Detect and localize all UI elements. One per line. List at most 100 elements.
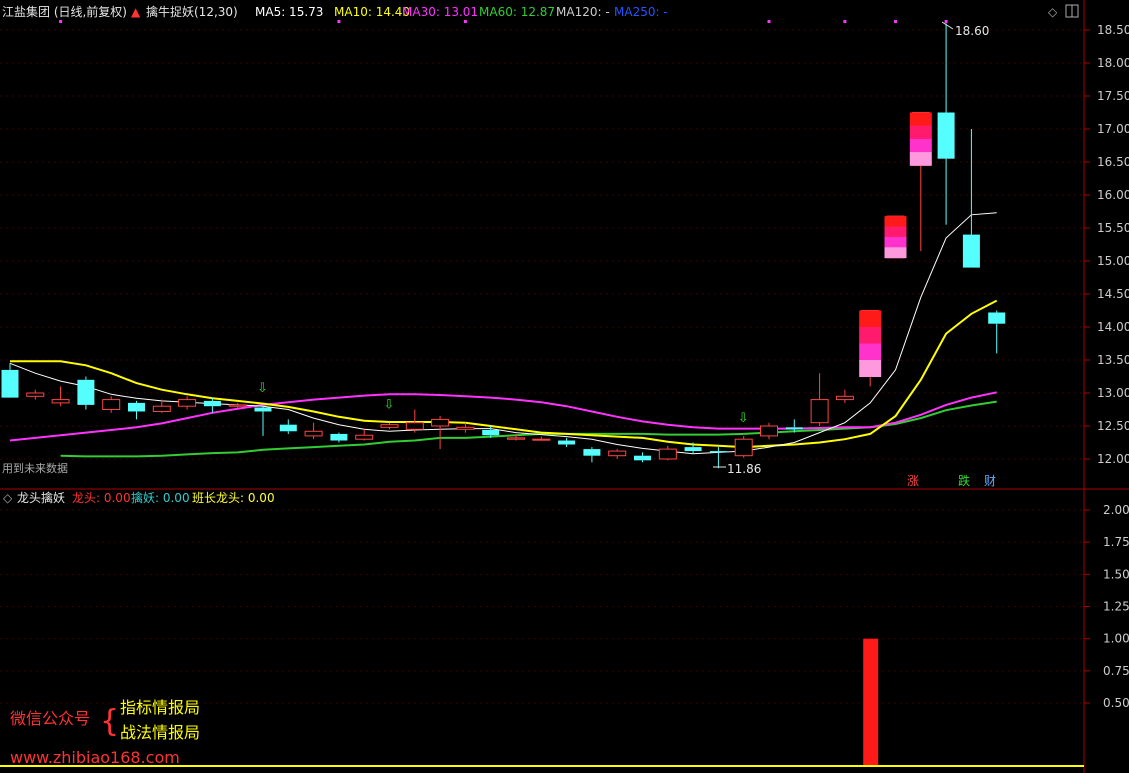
limit-up-segment <box>909 152 932 166</box>
stock-title[interactable]: 江盐集团 (日线,前复权) <box>2 4 127 19</box>
candle-body <box>152 405 171 412</box>
up-arrow-icon: ▲ <box>131 5 141 19</box>
candle[interactable] <box>77 376 95 410</box>
ma120-label: MA120: - <box>556 5 610 19</box>
sub-item-catch-demon: 擒妖: 0.00 <box>131 490 190 505</box>
candle-body <box>658 448 677 460</box>
limit-up-segment <box>859 310 882 328</box>
tag-fall[interactable]: 跌 <box>958 473 970 488</box>
indicator-name[interactable]: 擒牛捉妖(12,30) <box>146 4 238 19</box>
limit-up-segment <box>884 236 907 248</box>
candle-body <box>684 447 702 452</box>
candle-body <box>785 427 803 430</box>
buy-signal-arrow-icon: ⇩ <box>257 381 268 396</box>
ma60-label: MA60: 12.87 <box>479 5 555 19</box>
candle-body <box>405 422 424 430</box>
candle-body <box>1 369 19 398</box>
candle-body <box>988 312 1006 324</box>
price-tick-label: 12.00 <box>1097 452 1129 466</box>
candle-body <box>583 449 601 456</box>
diamond-icon[interactable]: ◇ <box>1048 5 1058 19</box>
indicator-bars <box>863 638 879 766</box>
top-signal-dot <box>59 20 63 23</box>
candle-body <box>178 399 197 407</box>
price-tick-label: 13.00 <box>1097 386 1129 400</box>
candle-body <box>203 400 221 407</box>
price-tick-label: 15.50 <box>1097 221 1129 235</box>
chart-background <box>0 0 1129 773</box>
ma5-label: MA5: 15.73 <box>255 5 323 19</box>
indicator-tick-label: 0.75 <box>1103 664 1129 678</box>
ma250-label: MA250: - <box>614 5 668 19</box>
ma30-label: MA30: 13.01 <box>402 5 478 19</box>
indicator-tick-label: 1.75 <box>1103 535 1129 549</box>
dragon-head-bar <box>863 638 879 766</box>
tag-finance[interactable]: 财 <box>984 474 996 488</box>
sub-item-monitor-dragon: 班长龙头: 0.00 <box>192 491 275 505</box>
price-tick-label: 18.00 <box>1097 56 1129 70</box>
candle-body <box>608 450 627 457</box>
low-price-label: 11.86 <box>727 462 761 476</box>
candle-body <box>228 404 247 407</box>
watermark-line1: 指标情报局 <box>120 698 200 717</box>
watermark-line2: 战法情报局 <box>120 723 200 742</box>
price-tick-label: 17.50 <box>1097 89 1129 103</box>
indicator-tick-label: 1.50 <box>1103 567 1129 581</box>
future-data-note: 用到未来数据 <box>2 461 68 475</box>
candle-body <box>431 418 450 427</box>
candle-body <box>962 234 980 268</box>
limit-up-segment <box>859 327 882 344</box>
candle-body <box>734 438 753 457</box>
tag-rise[interactable]: 涨 <box>907 473 919 488</box>
price-tick-label: 12.50 <box>1097 419 1129 433</box>
price-tick-label: 16.00 <box>1097 188 1129 202</box>
candle-body <box>760 425 778 437</box>
candle-body <box>380 424 399 428</box>
high-price-label: 18.60 <box>955 24 989 38</box>
price-tick-label: 16.50 <box>1097 155 1129 169</box>
top-signal-dot <box>767 20 771 23</box>
price-tick-label: 18.50 <box>1097 23 1129 37</box>
candle-body <box>128 402 145 412</box>
candle-body <box>937 112 955 159</box>
limit-up-segment <box>909 112 932 127</box>
candle-body <box>304 430 323 437</box>
indicator-tick-label: 1.25 <box>1103 600 1129 614</box>
sub-panel-title[interactable]: 龙头擒妖 <box>17 490 65 505</box>
stock-chart[interactable]: ⇩ ⇩ ⇩ 12.00 12.50 13.00 13.50 14.00 14.50 15.00 1… <box>0 0 1129 773</box>
indicator-tick-label: 0.50 <box>1103 696 1129 710</box>
limit-up-segment <box>909 125 932 140</box>
sub-panel-arrow-icon: ◇ <box>3 491 13 505</box>
candle-body <box>279 424 297 432</box>
ma10-label: MA10: 14.40 <box>334 5 410 19</box>
watermark-brace: { <box>100 704 119 739</box>
candle-body <box>77 379 95 405</box>
candle-body <box>532 438 551 441</box>
candle-body <box>355 434 374 440</box>
price-tick-label: 17.00 <box>1097 122 1129 136</box>
candle-body <box>51 399 70 404</box>
limit-up-segment <box>859 343 882 361</box>
buy-signal-arrow-icon: ⇩ <box>384 398 395 413</box>
price-tick-label: 13.50 <box>1097 353 1129 367</box>
candle[interactable] <box>734 435 753 458</box>
candle-body <box>482 429 500 436</box>
price-tick-label: 15.00 <box>1097 254 1129 268</box>
candle-body <box>634 455 651 461</box>
candle-body <box>507 437 525 440</box>
watermark-wechat-label: 微信公众号 <box>10 709 90 728</box>
candle-body <box>456 426 475 430</box>
candle-body <box>810 399 829 424</box>
candle-body <box>330 433 348 441</box>
top-signal-dot <box>894 20 897 23</box>
candle-body <box>558 440 576 445</box>
limit-up-segment <box>884 226 907 238</box>
buy-signal-arrow-icon: ⇩ <box>738 411 749 426</box>
candle-body <box>709 451 727 453</box>
price-tick-label: 14.00 <box>1097 320 1129 334</box>
top-signal-dot <box>337 20 341 23</box>
candle-body <box>835 395 854 401</box>
candle-body <box>26 392 45 397</box>
candle-body <box>102 399 121 411</box>
indicator-tick-label: 1.00 <box>1103 632 1129 646</box>
